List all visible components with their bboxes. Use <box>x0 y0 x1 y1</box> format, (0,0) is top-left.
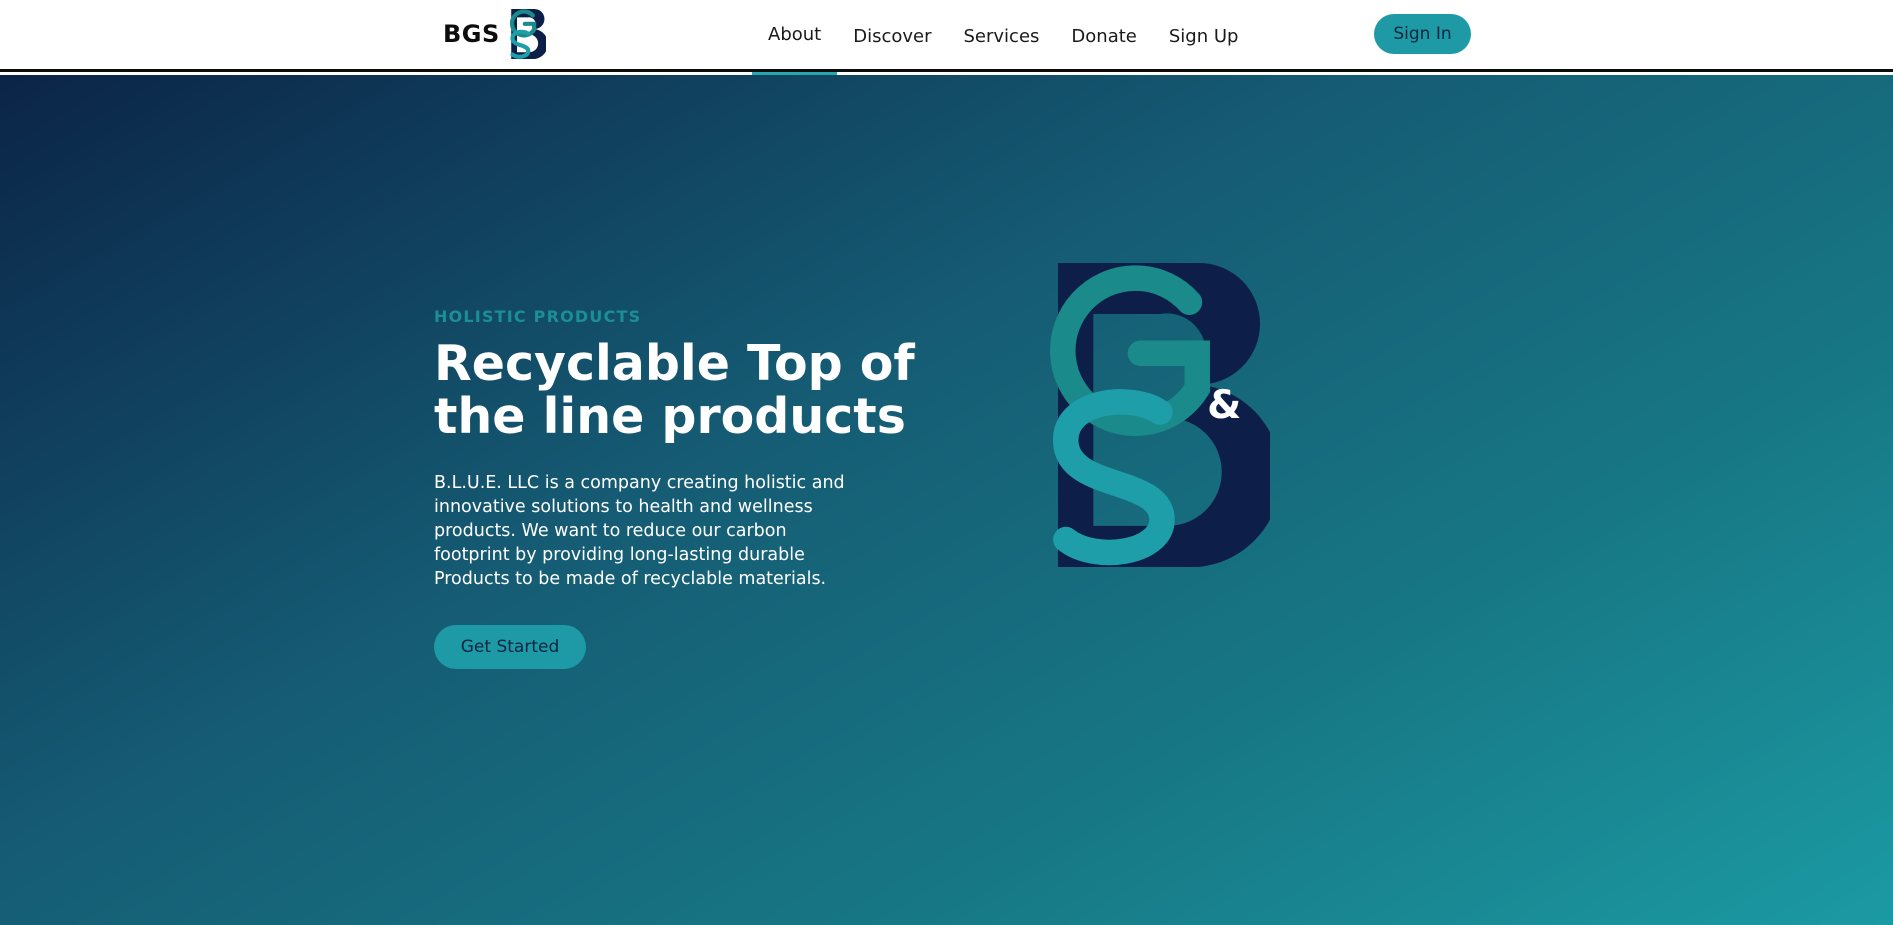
brand-name: BGS <box>443 20 500 48</box>
logo-ampersand: & <box>1207 383 1241 428</box>
hero-description: B.L.U.E. LLC is a company creating holis… <box>434 473 845 589</box>
bgs-monogram-icon <box>509 9 546 59</box>
sign-in-button[interactable]: Sign In <box>1374 14 1471 54</box>
nav-item-donate[interactable]: Donate <box>1055 0 1152 72</box>
nav-item-services[interactable]: Services <box>948 0 1056 72</box>
nav-item-sign-up[interactable]: Sign Up <box>1153 0 1255 72</box>
bgs-monogram-large-icon: & <box>1050 263 1270 567</box>
top-navbar: BGS About Discover Services Donate Sign … <box>0 0 1893 75</box>
nav-item-about[interactable]: About <box>752 0 838 75</box>
hero-headline: Recyclable Top of the line products <box>434 335 915 445</box>
brand-home-link[interactable]: BGS <box>443 6 546 62</box>
hero-section: HOLISTIC PRODUCTS Recyclable Top of the … <box>0 75 1893 925</box>
nav-item-discover[interactable]: Discover <box>837 0 947 72</box>
get-started-button[interactable]: Get Started <box>434 625 586 669</box>
main-nav: About Discover Services Donate Sign Up <box>752 0 1255 75</box>
hero-eyebrow: HOLISTIC PRODUCTS <box>434 307 642 326</box>
